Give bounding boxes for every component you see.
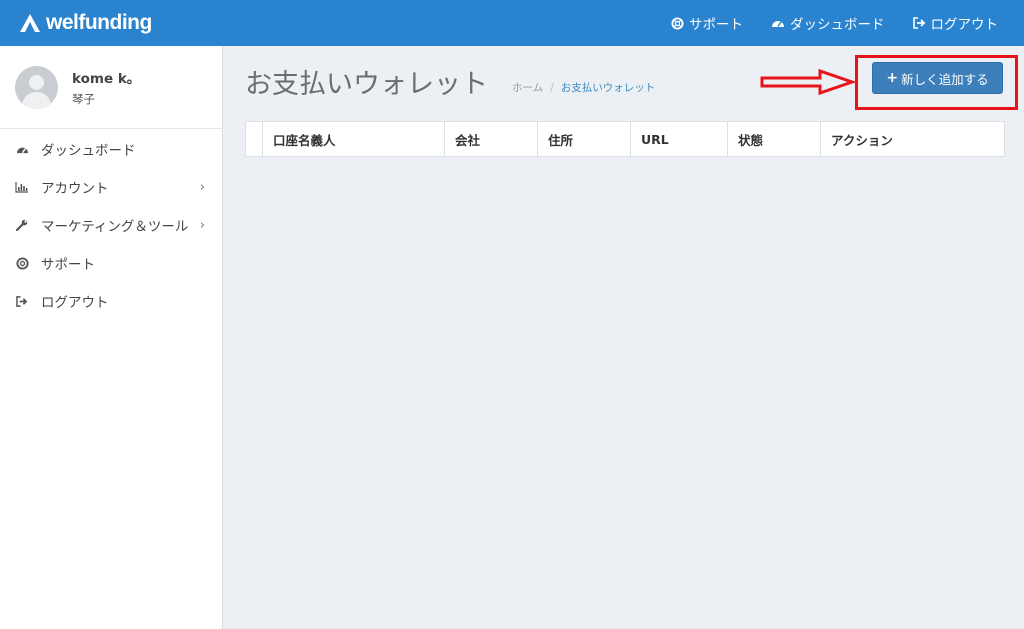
sidebar-item-label: アカウント [41, 181, 109, 197]
sign-out-icon [15, 294, 29, 308]
sidebar-item-marketing-tools[interactable]: マーケティング＆ツール › [0, 206, 222, 244]
top-navbar: welfunding サポート ダッシュボード ログアウト [0, 0, 1024, 46]
dashboard-icon [771, 17, 785, 29]
sidebar-menu: ダッシュボード アカウント › マーケティング＆ツール › サポート ログアウト [0, 130, 222, 320]
sidebar: kome k。 琴子 ダッシュボード アカウント › マーケティング＆ツール › [0, 46, 223, 629]
add-new-button-label: 新しく追加する [901, 71, 989, 87]
table-header-status[interactable]: 状態 [728, 122, 821, 156]
brand-logo[interactable]: welfunding [18, 11, 152, 35]
top-nav-support-label: サポート [689, 17, 743, 33]
lifebuoy-icon [15, 256, 29, 270]
logo-text: welfunding [46, 11, 152, 34]
sidebar-item-label: マーケティング＆ツール [41, 219, 189, 235]
annotation-arrow [760, 68, 856, 96]
chevron-right-icon: › [199, 180, 205, 195]
table-header-action[interactable]: アクション [821, 122, 1004, 156]
chevron-right-icon: › [199, 218, 205, 233]
sidebar-item-label: ログアウト [41, 295, 109, 311]
breadcrumb-current: お支払いウォレット [560, 82, 656, 94]
sign-out-icon [912, 17, 926, 29]
plus-icon: + [886, 70, 899, 86]
breadcrumb: ホーム / お支払いウォレット [512, 80, 655, 95]
table-header-url[interactable]: URL [631, 122, 728, 156]
top-nav-logout[interactable]: ログアウト [912, 13, 999, 33]
user-name: kome k。 [72, 71, 141, 87]
dashboard-icon [15, 142, 29, 156]
table-header-select [246, 122, 263, 156]
sidebar-item-dashboard[interactable]: ダッシュボード [0, 130, 222, 168]
top-nav-links: サポート ダッシュボード ログアウト [671, 0, 998, 46]
user-info: kome k。 琴子 [72, 67, 140, 107]
table-header-address[interactable]: 住所 [538, 122, 631, 156]
user-subtitle: 琴子 [72, 92, 95, 106]
wallet-table: 口座名義人 会社 住所 URL 状態 アクション [245, 121, 1005, 157]
lifebuoy-icon [671, 16, 684, 30]
table-header-account-holder[interactable]: 口座名義人 [263, 122, 445, 156]
table-header-company[interactable]: 会社 [445, 122, 538, 156]
sidebar-item-support[interactable]: サポート [0, 244, 222, 282]
top-nav-support[interactable]: サポート [671, 13, 743, 33]
user-panel: kome k。 琴子 [0, 46, 222, 129]
logo-icon [20, 14, 40, 32]
page-title: お支払いウォレット [245, 69, 488, 100]
avatar [15, 65, 58, 109]
wrench-icon [15, 218, 29, 232]
top-nav-logout-label: ログアウト [930, 17, 999, 33]
sidebar-item-logout[interactable]: ログアウト [0, 282, 222, 320]
add-new-button[interactable]: + 新しく追加する [872, 62, 1003, 94]
breadcrumb-home[interactable]: ホーム [512, 80, 543, 95]
top-nav-dashboard[interactable]: ダッシュボード [771, 13, 885, 33]
breadcrumb-separator: / [550, 81, 554, 94]
sidebar-item-account[interactable]: アカウント › [0, 168, 222, 206]
sidebar-item-label: サポート [41, 257, 95, 273]
top-nav-dashboard-label: ダッシュボード [790, 17, 885, 33]
sidebar-item-label: ダッシュボード [41, 143, 136, 159]
bar-chart-icon [15, 180, 29, 194]
